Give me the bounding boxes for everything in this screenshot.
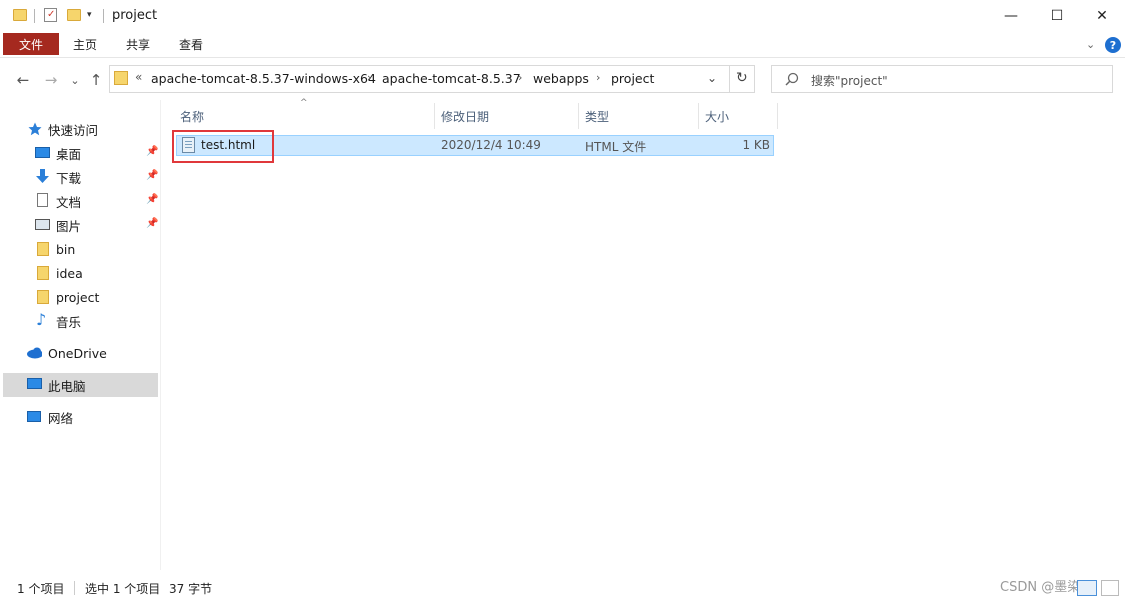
tab-share[interactable]: 共享: [126, 33, 150, 55]
status-item-count: 1 个项目: [17, 582, 65, 596]
column-header-name[interactable]: 名称: [174, 103, 435, 129]
sidebar-item-network[interactable]: 网络: [0, 405, 160, 429]
sidebar-item-project[interactable]: project: [0, 285, 160, 309]
tab-home[interactable]: 主页: [73, 33, 97, 55]
tab-view[interactable]: 查看: [179, 33, 203, 55]
sidebar-item-label: 下载: [56, 170, 82, 186]
minimize-button[interactable]: —: [988, 0, 1034, 32]
cloud-icon: [27, 347, 42, 359]
sidebar-item-music[interactable]: ♪ 音乐: [0, 309, 160, 333]
breadcrumb-overflow[interactable]: «: [135, 70, 142, 84]
sidebar-item-pictures[interactable]: 图片 📌: [0, 213, 160, 237]
music-icon: ♪: [36, 310, 47, 329]
search-input[interactable]: 搜索"project": [811, 72, 888, 89]
sidebar-item-label: idea: [56, 265, 83, 281]
forward-button[interactable]: →: [40, 69, 62, 91]
chevron-right-icon[interactable]: ›: [367, 71, 371, 84]
breadcrumb-item[interactable]: apache-tomcat-8.5.37: [382, 71, 521, 86]
ribbon-expand-icon[interactable]: ⌄: [1086, 38, 1095, 51]
maximize-button[interactable]: ☐: [1034, 0, 1080, 32]
back-button[interactable]: ←: [12, 69, 34, 91]
network-icon: [27, 411, 41, 422]
pin-icon[interactable]: 📌: [146, 194, 158, 205]
tab-file[interactable]: 文件: [3, 33, 59, 55]
column-header-size[interactable]: 大小: [699, 103, 778, 129]
folder-icon: [114, 71, 128, 85]
sidebar-item-label: 文档: [56, 194, 82, 210]
star-icon: [28, 122, 42, 136]
properties-icon[interactable]: ✓: [44, 8, 57, 22]
file-modified: 2020/12/4 10:49: [441, 138, 541, 152]
separator: [74, 581, 75, 595]
recent-locations-button[interactable]: ⌄: [64, 69, 86, 91]
status-selected: 选中 1 个项目: [85, 582, 161, 596]
computer-icon: [27, 378, 42, 389]
sidebar-item-downloads[interactable]: 下载 📌: [0, 165, 160, 189]
sidebar-item-bin[interactable]: bin: [0, 237, 160, 261]
separator: [729, 66, 730, 92]
search-icon: [785, 72, 799, 86]
window-title: project: [112, 8, 158, 23]
document-icon: [37, 193, 48, 207]
chevron-right-icon[interactable]: ›: [518, 71, 522, 84]
sidebar-item-label: 图片: [56, 218, 82, 234]
annotation-highlight: [172, 130, 274, 163]
pin-icon[interactable]: 📌: [146, 218, 158, 229]
sidebar-item-label: 快速访问: [48, 122, 99, 138]
sidebar-item-label: 桌面: [56, 146, 82, 162]
download-icon: [36, 169, 49, 183]
desktop-icon: [35, 147, 50, 158]
sidebar-item-onedrive[interactable]: OneDrive: [0, 341, 160, 365]
sidebar-item-label: bin: [56, 241, 76, 257]
column-header-date[interactable]: 修改日期: [435, 103, 579, 129]
separator: [103, 9, 104, 23]
column-header-type[interactable]: 类型: [579, 103, 699, 129]
sidebar-item-documents[interactable]: 文档 📌: [0, 189, 160, 213]
folder-icon: [37, 290, 49, 304]
pin-icon[interactable]: 📌: [146, 170, 158, 181]
refresh-button[interactable]: ↻: [736, 70, 748, 86]
title-bar: [0, 0, 1125, 32]
close-button[interactable]: ✕: [1079, 0, 1125, 32]
sidebar-item-label: OneDrive: [48, 345, 107, 361]
ribbon-bar: [0, 32, 1125, 58]
address-dropdown-icon[interactable]: ⌄: [707, 71, 717, 85]
new-folder-icon[interactable]: [67, 9, 81, 21]
qat-dropdown-icon[interactable]: ▾: [87, 10, 92, 20]
breadcrumb-item[interactable]: webapps: [533, 71, 589, 86]
chevron-right-icon[interactable]: ›: [596, 71, 600, 84]
sidebar-item-label: project: [56, 289, 100, 305]
help-button[interactable]: ?: [1105, 37, 1121, 53]
sidebar-item-label: 网络: [48, 410, 74, 426]
sidebar-item-quick-access[interactable]: 快速访问: [0, 117, 160, 141]
large-icons-view-button[interactable]: [1101, 580, 1119, 596]
pin-icon[interactable]: 📌: [146, 146, 158, 157]
sidebar-item-label: 音乐: [56, 314, 82, 330]
separator: [34, 9, 35, 23]
up-button[interactable]: ↑: [85, 69, 107, 91]
sidebar-divider: [160, 100, 161, 570]
sidebar-item-label: 此电脑: [48, 378, 86, 394]
breadcrumb-item[interactable]: project: [611, 71, 654, 86]
folder-icon: [37, 266, 49, 280]
folder-icon: [37, 242, 49, 256]
breadcrumb-item[interactable]: apache-tomcat-8.5.37-windows-x64: [151, 71, 376, 86]
picture-icon: [35, 219, 50, 230]
folder-icon: [13, 9, 27, 21]
file-type: HTML 文件: [585, 140, 647, 154]
status-size: 37 字节: [169, 582, 213, 596]
sidebar-item-idea[interactable]: idea: [0, 261, 160, 285]
details-view-button[interactable]: [1077, 580, 1097, 596]
sidebar-item-this-pc[interactable]: 此电脑: [3, 373, 158, 397]
sidebar-item-desktop[interactable]: 桌面 📌: [0, 141, 160, 165]
file-size: 1 KB: [742, 138, 770, 152]
